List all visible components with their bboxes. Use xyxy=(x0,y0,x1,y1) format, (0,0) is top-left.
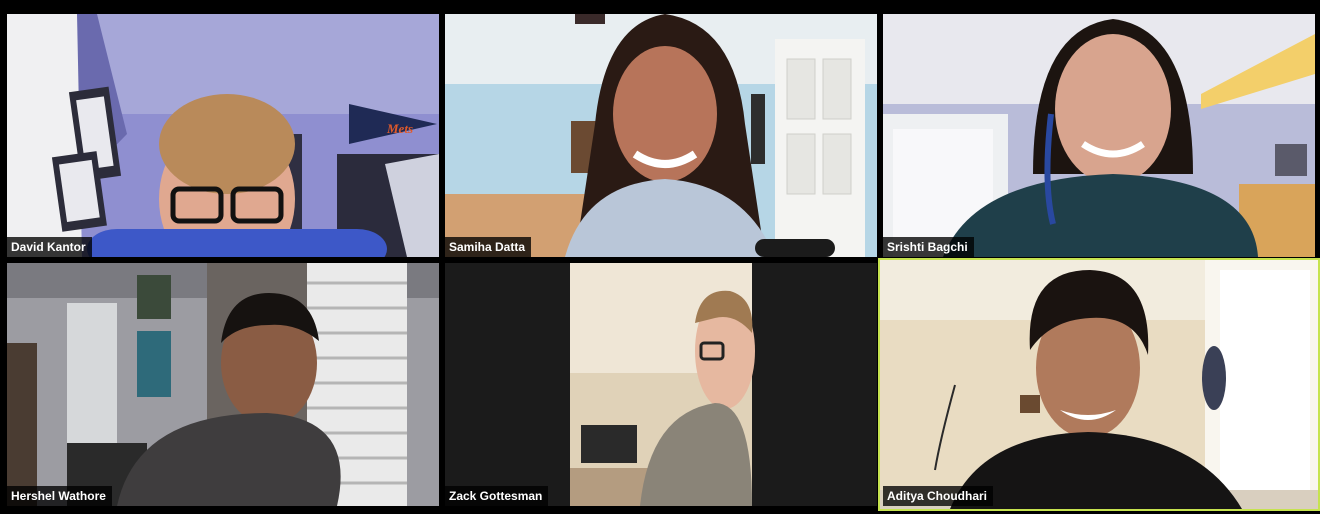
video-feed xyxy=(880,260,1318,509)
video-feed xyxy=(883,14,1315,257)
video-tile[interactable]: Srishti Bagchi xyxy=(883,14,1315,257)
video-tile[interactable]: Hershel Wathore xyxy=(7,263,439,506)
participant-name: Aditya Choudhari xyxy=(883,486,994,506)
video-tile[interactable]: Mets David Kantor xyxy=(7,14,439,257)
video-tile-active-speaker[interactable]: Aditya Choudhari xyxy=(878,258,1320,511)
video-tile[interactable]: Zack Gottesman xyxy=(445,263,877,506)
pennant-text: Mets xyxy=(386,121,413,136)
video-feed: Mets xyxy=(7,14,439,257)
participant-name: Zack Gottesman xyxy=(445,486,549,506)
video-feed xyxy=(445,14,877,257)
participant-name: David Kantor xyxy=(7,237,92,257)
participant-name: Hershel Wathore xyxy=(7,486,112,506)
video-tile[interactable]: Samiha Datta xyxy=(445,14,877,257)
participant-name: Samiha Datta xyxy=(445,237,532,257)
video-feed xyxy=(445,263,877,506)
participant-name: Srishti Bagchi xyxy=(883,237,974,257)
video-gallery: Mets David Kantor Samiha Datta Srishti B… xyxy=(0,0,1320,514)
video-feed xyxy=(7,263,439,506)
